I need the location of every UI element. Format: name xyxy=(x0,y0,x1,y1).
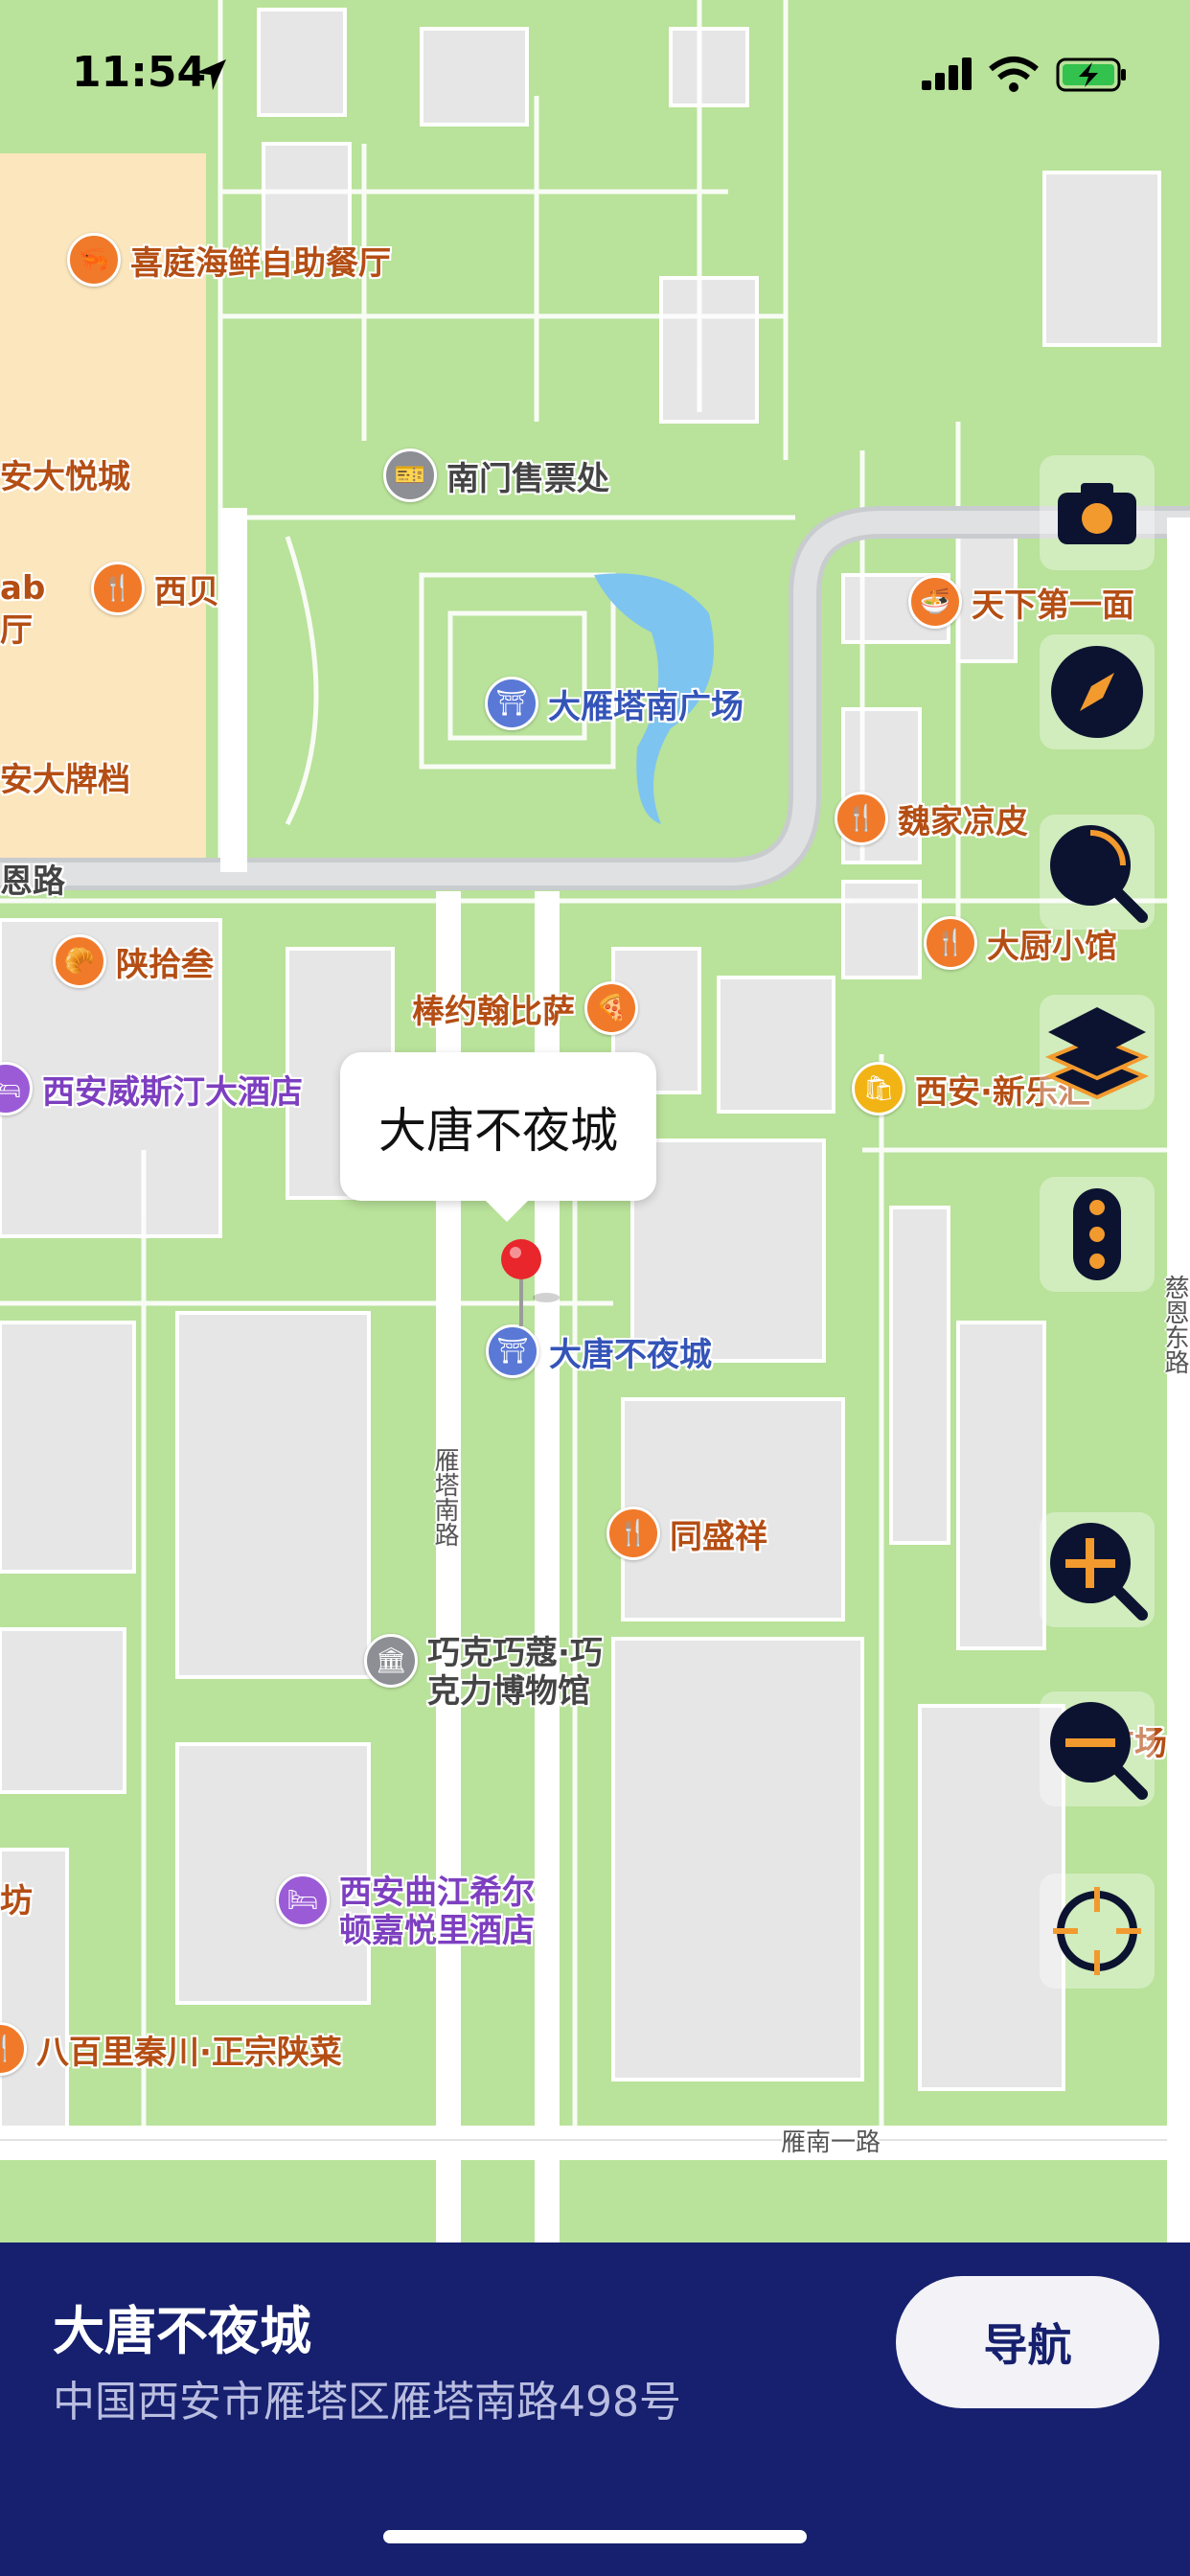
place-title: 大唐不夜城 xyxy=(53,2301,311,2361)
wifi-icon xyxy=(989,57,1039,92)
museum-icon: 🏛 xyxy=(364,1634,418,1688)
place-address: 中国西安市雁塔区雁塔南路498号 xyxy=(53,2378,681,2426)
poi-shanshisan[interactable]: 🥐 陕拾叁 xyxy=(53,934,214,988)
battery-charging-icon xyxy=(1056,58,1126,92)
label-fang: 坊 xyxy=(0,1882,33,1920)
signal-icon xyxy=(922,58,972,90)
zoom-in-button[interactable] xyxy=(1040,1512,1155,1627)
navigate-button[interactable]: 导航 xyxy=(896,2276,1159,2408)
zoom-out-button[interactable] xyxy=(1040,1691,1155,1806)
croissant-icon: 🥐 xyxy=(53,934,106,988)
poi-xibei[interactable]: 🍴 西贝 xyxy=(91,562,219,615)
location-arrow-icon xyxy=(195,59,226,90)
camera-icon xyxy=(1058,483,1136,544)
compass-icon xyxy=(1051,646,1143,738)
pizza-icon: 🍕 xyxy=(584,981,638,1035)
map-view[interactable]: 🦐 喜庭海鲜自助餐厅 🎫 南门售票处 🍴 西贝 🍜 天下第一面 ⛩ 大雁塔南广场… xyxy=(0,0,1190,2242)
poi-papa-johns[interactable]: 🍕 棒约翰比萨 xyxy=(412,981,638,1035)
shrimp-icon: 🦐 xyxy=(67,233,121,287)
camera-button[interactable] xyxy=(1040,455,1155,570)
traffic-button[interactable] xyxy=(1040,1177,1155,1292)
poi-weijia-liangpi[interactable]: 🍴 魏家凉皮 xyxy=(835,792,1028,845)
label-joy-city: 安大悦城 xyxy=(0,458,130,496)
landmark-icon: ⛩ xyxy=(485,677,538,730)
fork-knife-icon: 🍴 xyxy=(924,916,977,970)
traffic-light-icon xyxy=(1073,1188,1121,1280)
search-icon xyxy=(1050,825,1148,923)
place-callout[interactable]: 大唐不夜城 xyxy=(340,1052,656,1222)
fork-knife-icon: 🍴 xyxy=(91,562,145,615)
road-label-yannan-1: 雁南一路 xyxy=(781,2128,881,2157)
bed-icon: 🛏 xyxy=(276,1874,330,1927)
noodle-bowl-icon: 🍜 xyxy=(908,575,962,629)
poi-tongshengxiang[interactable]: 🍴 同盛祥 xyxy=(606,1506,767,1560)
poi-chocolate-museum[interactable]: 🏛 巧克巧蔻·巧克力博物馆 xyxy=(364,1634,633,1711)
fork-knife-icon: 🍴 xyxy=(606,1506,660,1560)
zoom-in-icon xyxy=(1050,1523,1148,1621)
locate-button[interactable] xyxy=(1040,1874,1155,1989)
locate-icon xyxy=(1053,1887,1141,1975)
poi-babaili-qinchuan[interactable]: 🍴 八百里秦川·正宗陕菜 xyxy=(0,2022,342,2076)
label-ting: 厅 xyxy=(0,611,33,650)
layers-button[interactable] xyxy=(1040,995,1155,1110)
fork-knife-icon: 🍴 xyxy=(835,792,888,845)
status-time: 11:54 xyxy=(72,48,207,97)
poi-hilton-hotel[interactable]: 🛏 西安曲江希尔顿嘉悦里酒店 xyxy=(276,1874,555,1950)
fork-knife-icon: 🍴 xyxy=(0,2022,27,2076)
poi-south-gate-ticket[interactable]: 🎫 南门售票处 xyxy=(383,448,609,502)
poi-westin-hotel[interactable]: 🛏 西安威斯汀大酒店 xyxy=(0,1062,303,1116)
poi-big-goose-pagoda-square[interactable]: ⛩ 大雁塔南广场 xyxy=(485,677,744,730)
poi-seafood-buffet[interactable]: 🦐 喜庭海鲜自助餐厅 xyxy=(67,233,391,287)
map-pin-icon xyxy=(501,1239,560,1326)
place-info-sheet: 大唐不夜城 中国西安市雁塔区雁塔南路498号 导航 xyxy=(0,2242,1190,2576)
ticket-icon: 🎫 xyxy=(383,448,437,502)
bed-icon: 🛏 xyxy=(0,1062,33,1116)
home-indicator[interactable] xyxy=(383,2530,807,2543)
label-lab: ab xyxy=(0,569,46,608)
compass-button[interactable] xyxy=(1040,634,1155,749)
road-label-yanta-south: 雁塔南路 xyxy=(430,1447,459,1547)
status-bar: 11:54 xyxy=(0,0,1190,144)
poi-tianxia-noodle[interactable]: 🍜 天下第一面 xyxy=(908,575,1134,629)
zoom-out-icon xyxy=(1050,1702,1148,1800)
shopping-bag-icon: 🛍 xyxy=(852,1062,905,1116)
label-en-road: 恩路 xyxy=(0,862,65,901)
search-button[interactable] xyxy=(1040,815,1155,930)
road-label-ci-en-east: 慈恩东路 xyxy=(1160,1275,1189,1374)
label-dapaidang: 安大牌档 xyxy=(0,761,130,799)
layers-icon xyxy=(1044,1007,1150,1100)
